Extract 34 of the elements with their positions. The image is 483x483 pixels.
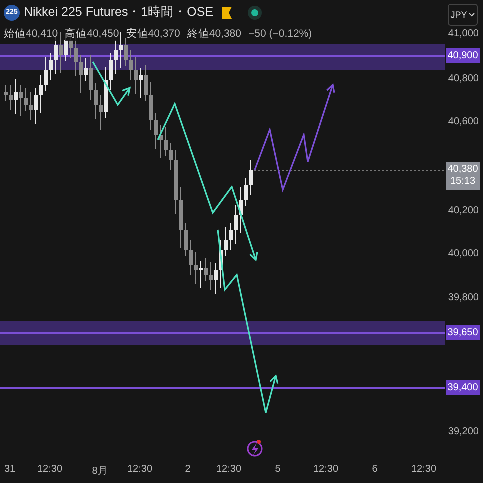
currency-dropdown[interactable]: JPY [448, 4, 478, 26]
ohlc-value: 始値40,410 [4, 27, 58, 41]
price-tick: 40,000 [448, 248, 479, 260]
flag-icon [222, 6, 232, 18]
ohlc-value: 終値40,380 [187, 27, 242, 41]
time-tick: 12:30 [216, 464, 242, 475]
price-tick: 41,000 [448, 28, 479, 40]
price-tick: 39,800 [448, 292, 479, 304]
price-label: 39,650 [446, 326, 480, 340]
projection-arrow [92, 62, 132, 106]
price-change: −50 (−0.12%) [248, 28, 312, 40]
time-tick: 12:30 [127, 464, 153, 475]
current-price: 40,380 [448, 164, 478, 176]
caret-icon [469, 13, 476, 17]
price-tick: 40,800 [448, 74, 479, 84]
price-label: 39,400 [446, 380, 480, 396]
ohlc-value: 高値40,450 [65, 27, 120, 41]
lightning-icon[interactable] [247, 440, 263, 457]
status-dot-icon [248, 6, 262, 20]
time-tick: 12:30 [313, 464, 339, 475]
price-tick: 40,200 [448, 206, 479, 216]
price-label: 40,900 [446, 48, 480, 64]
time-tick: 2 [185, 464, 191, 475]
time-tick: 12:30 [411, 464, 437, 475]
ohlc-value: 安値40,370 [126, 27, 180, 41]
time-tick: 12:30 [37, 464, 63, 475]
time-tick: 6 [372, 464, 378, 475]
price-tick: 39,200 [448, 426, 479, 438]
time-tick: 8月 [92, 465, 108, 478]
symbol-title: Nikkei 225 Futures・1時間・OSE [24, 4, 214, 21]
time-tick: 5 [275, 464, 281, 475]
bar-countdown: 15:13 [450, 176, 476, 188]
price-tick: 40,600 [448, 116, 479, 128]
time-tick: 31 [4, 464, 16, 475]
